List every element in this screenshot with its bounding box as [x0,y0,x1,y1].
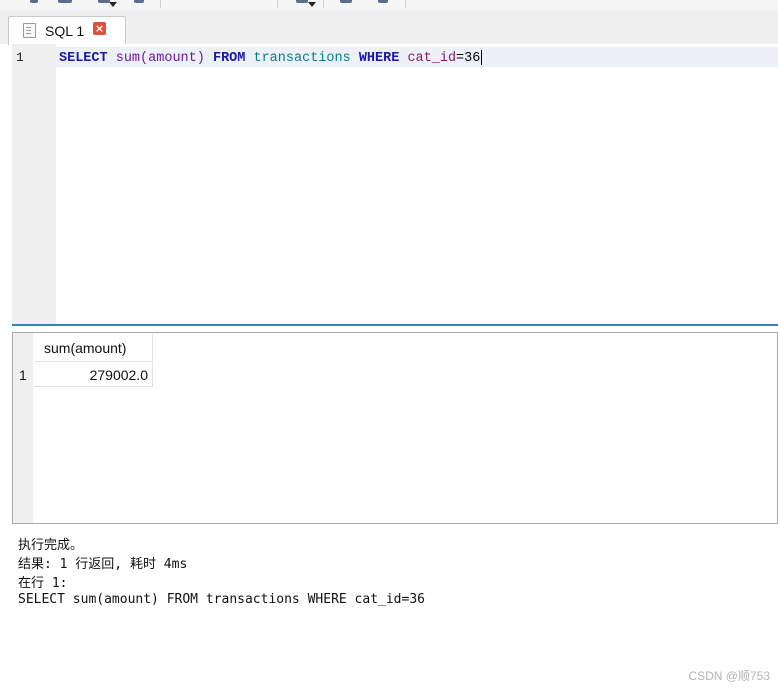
tab-label: SQL 1 [45,23,85,39]
keyword-where: WHERE [358,51,400,67]
close-icon[interactable]: × [93,22,106,35]
result-cell[interactable]: 279002.0 [34,363,153,387]
message-line: 在行 1: [18,576,68,591]
chevron-down-icon[interactable] [109,2,117,7]
code-line[interactable]: SELECT sum(amount) FROM transactions WHE… [59,50,483,67]
pane-splitter[interactable] [12,324,778,326]
results-grid[interactable]: sum(amount) 1 279002.0 [12,332,778,524]
line-number: 1 [16,50,24,65]
watermark: CSDN @顺753 [688,669,770,683]
toolbar-separator [405,0,406,8]
keyword-from: FROM [212,51,246,67]
text-caret [481,50,483,65]
line-number-gutter: 1 [12,44,56,324]
tab-sql-1[interactable]: SQL 1 × [8,16,126,45]
toolbar-icon-2[interactable] [58,0,72,3]
table-name: transactions [253,51,351,67]
toolbar-icon-5[interactable] [296,0,308,3]
chevron-down-icon[interactable] [308,2,316,7]
document-icon [23,23,36,38]
toolbar-separator [323,0,324,8]
row-number[interactable]: 1 [19,367,27,383]
function-sum: sum [115,51,141,67]
condition-value: =36 [456,51,481,67]
condition-column: cat_id [407,51,457,67]
message-status: 执行完成。 [18,538,84,553]
message-result: 结果: 1 行返回, 耗时 4ms [18,557,188,572]
toolbar-icon-4[interactable] [134,0,144,3]
toolbar-icon-7[interactable] [378,0,388,3]
toolbar-icon-6[interactable] [340,0,352,3]
messages-panel: 执行完成。 结果: 1 行返回, 耗时 4ms 在行 1: SELECT sum… [12,530,778,690]
message-query: SELECT sum(amount) FROM transactions WHE… [18,592,425,607]
toolbar-separator [277,0,278,8]
tab-bar: SQL 1 × [0,10,778,45]
paren-close: ) [196,51,205,67]
column-header[interactable]: sum(amount) [34,334,153,362]
toolbar-separator [160,0,161,8]
paren-open: ( [140,51,149,67]
column-amount: amount [148,51,197,67]
sql-editor[interactable]: 1 SELECT sum(amount) FROM transactions W… [12,44,778,324]
toolbar [0,0,778,10]
toolbar-icon-1[interactable] [30,0,38,3]
keyword-select: SELECT [59,51,108,67]
